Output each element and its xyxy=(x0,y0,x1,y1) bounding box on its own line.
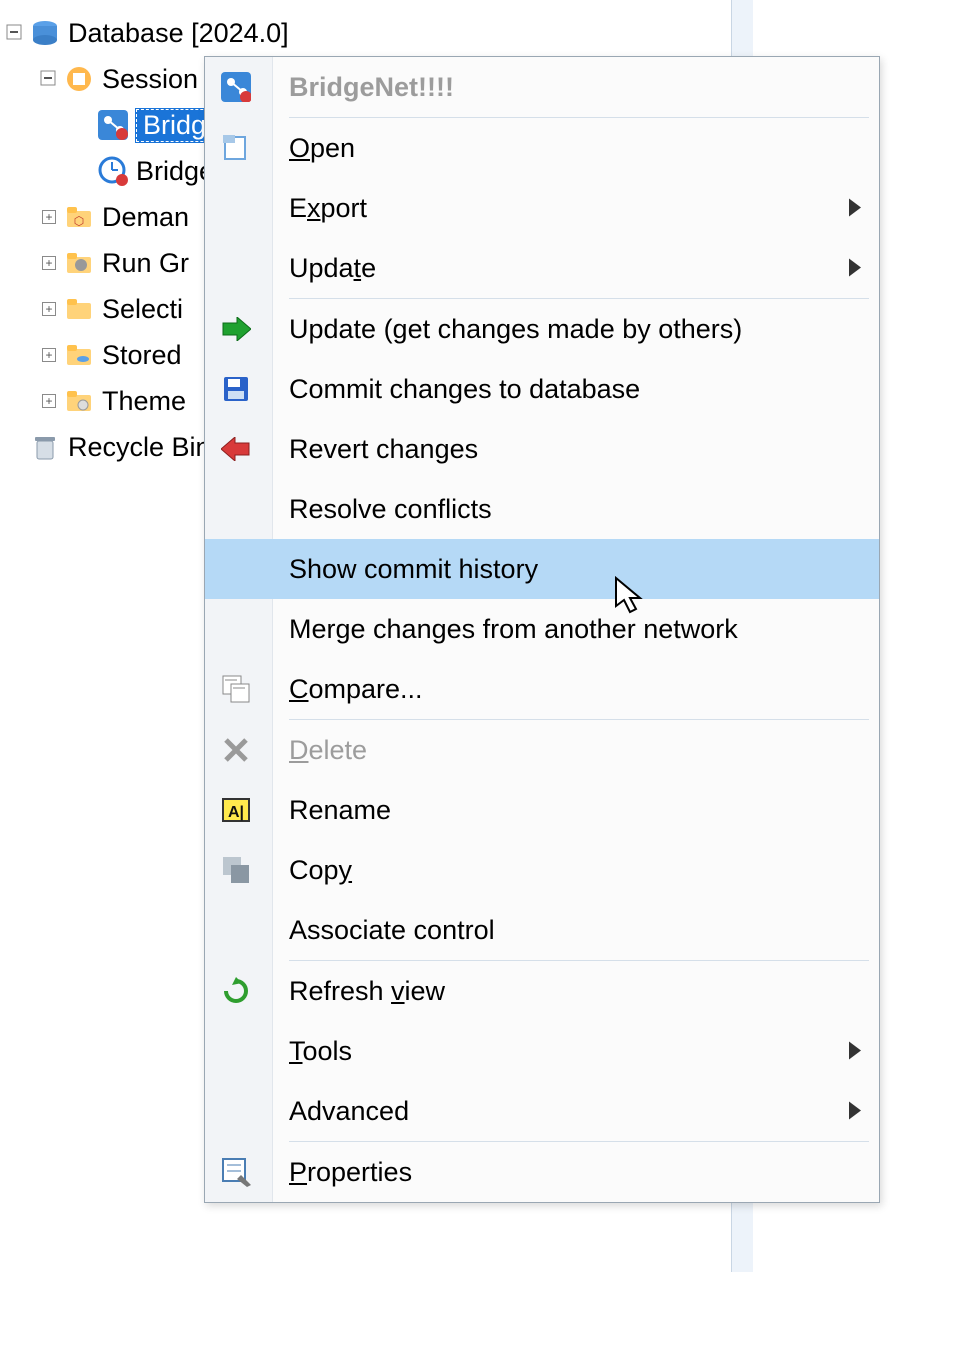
menu-label: Copy xyxy=(289,855,352,886)
menu-label: Properties xyxy=(289,1157,412,1188)
folder-db-icon xyxy=(64,340,94,370)
submenu-arrow-icon xyxy=(849,193,861,224)
properties-icon xyxy=(219,1155,253,1189)
menu-label: Advanced xyxy=(289,1096,409,1127)
collapse-icon[interactable] xyxy=(40,70,58,88)
submenu-arrow-icon xyxy=(849,1096,861,1127)
menu-commit[interactable]: Commit changes to database xyxy=(205,359,879,419)
collapse-icon[interactable] xyxy=(6,24,24,42)
menu-compare[interactable]: Compare... xyxy=(205,659,879,719)
expand-icon[interactable]: + xyxy=(40,300,58,318)
database-icon xyxy=(30,18,60,48)
save-icon xyxy=(219,372,253,406)
tree-label: Theme xyxy=(102,386,186,417)
copy-icon xyxy=(219,853,253,887)
menu-label: Refresh view xyxy=(289,976,445,1007)
folder-icon xyxy=(64,294,94,324)
menu-associate[interactable]: Associate control xyxy=(205,900,879,960)
submenu-arrow-icon xyxy=(849,253,861,284)
network-icon xyxy=(98,110,128,140)
menu-label: Compare... xyxy=(289,674,423,705)
tree-label: Session 0 xyxy=(102,64,221,95)
svg-text:⬡: ⬡ xyxy=(74,214,84,228)
expand-icon[interactable]: + xyxy=(40,208,58,226)
menu-label: Update (get changes made by others) xyxy=(289,314,742,345)
tree-label: Recycle Bin xyxy=(68,432,211,463)
submenu-arrow-icon xyxy=(849,1036,861,1067)
spacer xyxy=(74,162,92,180)
folder-gear-icon xyxy=(64,386,94,416)
menu-tools[interactable]: Tools xyxy=(205,1021,879,1081)
delete-x-icon xyxy=(219,733,253,767)
expand-icon[interactable]: + xyxy=(40,346,58,364)
menu-export[interactable]: Export xyxy=(205,178,879,238)
menu-label: Tools xyxy=(289,1036,352,1067)
compare-icon xyxy=(219,672,253,706)
folder-icon: ⬡ xyxy=(64,202,94,232)
menu-label: Resolve conflicts xyxy=(289,494,492,525)
menu-label: Associate control xyxy=(289,915,495,946)
menu-delete: Delete xyxy=(205,720,879,780)
menu-rename[interactable]: A| Rename xyxy=(205,780,879,840)
menu-refresh[interactable]: Refresh view xyxy=(205,961,879,1021)
menu-update-sub[interactable]: Update xyxy=(205,238,879,298)
open-icon xyxy=(219,131,253,165)
menu-resolve[interactable]: Resolve conflicts xyxy=(205,479,879,539)
context-menu: BridgeNet!!!! Open Export Update Update … xyxy=(204,56,880,1203)
menu-label: Delete xyxy=(289,735,367,766)
menu-revert[interactable]: Revert changes xyxy=(205,419,879,479)
arrow-right-green-icon xyxy=(219,312,253,346)
menu-title: BridgeNet!!!! xyxy=(205,57,879,117)
session-icon xyxy=(64,64,94,94)
menu-merge[interactable]: Merge changes from another network xyxy=(205,599,879,659)
menu-properties[interactable]: Properties xyxy=(205,1142,879,1202)
menu-label: Merge changes from another network xyxy=(289,614,738,645)
clock-icon xyxy=(98,156,128,186)
tree-root[interactable]: Database [2024.0] xyxy=(0,10,289,56)
network-icon xyxy=(219,70,253,104)
menu-label: BridgeNet!!!! xyxy=(289,72,454,103)
tree-label: Deman xyxy=(102,202,189,233)
menu-label: Show commit history xyxy=(289,554,538,585)
menu-advanced[interactable]: Advanced xyxy=(205,1081,879,1141)
rename-icon: A| xyxy=(219,793,253,827)
recycle-bin-icon xyxy=(30,432,60,462)
tree-label: Stored xyxy=(102,340,182,371)
spacer xyxy=(6,438,24,456)
folder-gear-icon xyxy=(64,248,94,278)
tree-label: Bridge xyxy=(136,156,214,187)
expand-icon[interactable]: + xyxy=(40,254,58,272)
menu-copy[interactable]: Copy xyxy=(205,840,879,900)
expand-icon[interactable]: + xyxy=(40,392,58,410)
menu-label: Open xyxy=(289,133,355,164)
menu-label: Commit changes to database xyxy=(289,374,640,405)
menu-label: Update xyxy=(289,253,376,284)
menu-label: Revert changes xyxy=(289,434,478,465)
spacer xyxy=(74,116,92,134)
menu-show-history[interactable]: Show commit history xyxy=(205,539,879,599)
menu-update-get[interactable]: Update (get changes made by others) xyxy=(205,299,879,359)
tree-label: Run Gr xyxy=(102,248,189,279)
menu-open[interactable]: Open xyxy=(205,118,879,178)
refresh-icon xyxy=(219,974,253,1008)
tree-label: Selecti xyxy=(102,294,183,325)
tree-label: Database [2024.0] xyxy=(68,18,289,49)
arrow-left-red-icon xyxy=(219,432,253,466)
menu-label: Rename xyxy=(289,795,391,826)
svg-text:A|: A| xyxy=(228,804,244,821)
menu-label: Export xyxy=(289,193,367,224)
